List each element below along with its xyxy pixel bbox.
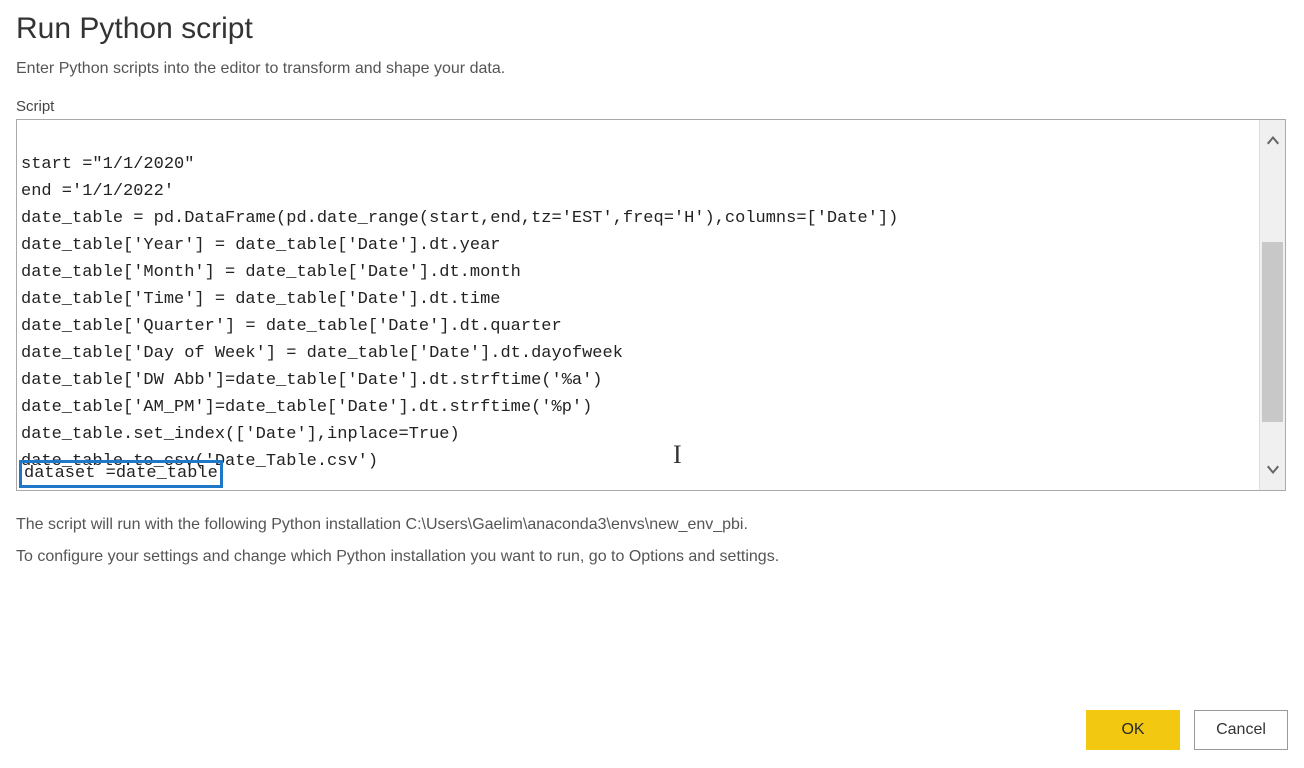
script-editor[interactable]: start ="1/1/2020" end ='1/1/2022' date_t… bbox=[16, 119, 1286, 491]
dialog-subtitle: Enter Python scripts into the editor to … bbox=[16, 60, 1288, 78]
scroll-up-button[interactable] bbox=[1260, 120, 1285, 160]
script-line: start ="1/1/2020" bbox=[21, 155, 194, 174]
script-label: Script bbox=[16, 98, 1288, 115]
highlighted-script-line: dataset =date_table bbox=[19, 460, 223, 488]
script-line: date_table['Quarter'] = date_table['Date… bbox=[21, 317, 562, 336]
dialog-title: Run Python script bbox=[16, 12, 1288, 46]
scroll-thumb[interactable] bbox=[1262, 242, 1283, 422]
script-line: date_table['AM_PM']=date_table['Date'].d… bbox=[21, 398, 592, 417]
script-content[interactable]: start ="1/1/2020" end ='1/1/2022' date_t… bbox=[17, 120, 1259, 490]
script-line: date_table['Day of Week'] = date_table['… bbox=[21, 344, 623, 363]
script-line: end ='1/1/2022' bbox=[21, 182, 174, 201]
cancel-button[interactable]: Cancel bbox=[1194, 710, 1288, 750]
script-line: date_table = pd.DataFrame(pd.date_range(… bbox=[21, 209, 898, 228]
script-line: date_table.set_index(['Date'],inplace=Tr… bbox=[21, 425, 460, 444]
vertical-scrollbar[interactable] bbox=[1259, 120, 1285, 490]
chevron-down-icon bbox=[1265, 462, 1281, 478]
scroll-track[interactable] bbox=[1260, 160, 1285, 450]
dialog-buttons: OK Cancel bbox=[1086, 710, 1288, 750]
ok-button[interactable]: OK bbox=[1086, 710, 1180, 750]
script-line: date_table['Time'] = date_table['Date'].… bbox=[21, 290, 500, 309]
python-settings-info: To configure your settings and change wh… bbox=[16, 541, 1288, 573]
script-line: date_table['Month'] = date_table['Date']… bbox=[21, 263, 521, 282]
scroll-down-button[interactable] bbox=[1260, 450, 1285, 490]
chevron-up-icon bbox=[1265, 132, 1281, 148]
text-cursor-icon: I bbox=[673, 441, 682, 468]
script-line: date_table['DW Abb']=date_table['Date'].… bbox=[21, 371, 603, 390]
script-line: date_table['Year'] = date_table['Date'].… bbox=[21, 236, 500, 255]
python-install-info: The script will run with the following P… bbox=[16, 509, 1288, 541]
